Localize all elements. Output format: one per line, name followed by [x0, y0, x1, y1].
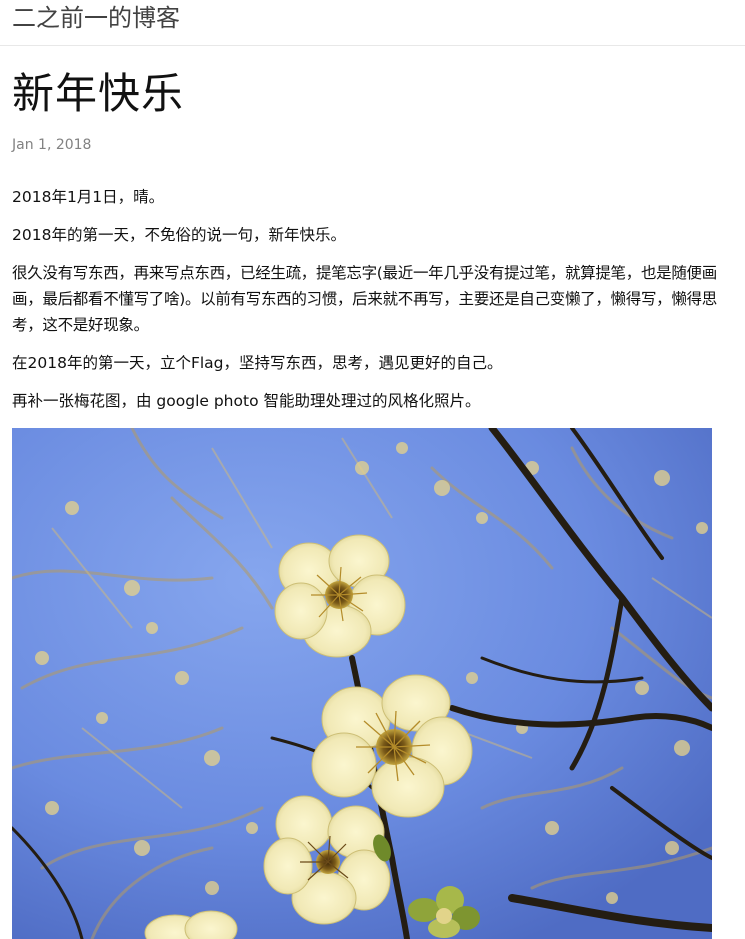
plum-blossom-photo [12, 428, 712, 939]
post-date: Jan 1, 2018 [12, 137, 92, 153]
post-content: 2018年1月1日，晴。 2018年的第一天，不免俗的说一句，新年快乐。 很久没… [12, 184, 740, 426]
post-paragraph: 很久没有写东西，再来写点东西，已经生疏，提笔忘字(最近一年几乎没有提过笔，就算提… [12, 264, 717, 334]
post-paragraph: 在2018年的第一天，立个Flag，坚持写东西，思考，遇见更好的自己。 [12, 354, 503, 372]
post-paragraph: 2018年的第一天，不免俗的说一句，新年快乐。 [12, 226, 346, 244]
plum-blossom-illustration [12, 428, 712, 939]
post-title: 新年快乐 [12, 69, 185, 118]
site-title-link[interactable]: 二之前一的博客 [12, 3, 180, 33]
post-paragraph: 2018年1月1日，晴。 [12, 188, 165, 206]
post-paragraph: 再补一张梅花图，由 google photo 智能助理处理过的风格化照片。 [12, 392, 481, 410]
site-header: 二之前一的博客 [0, 0, 745, 46]
